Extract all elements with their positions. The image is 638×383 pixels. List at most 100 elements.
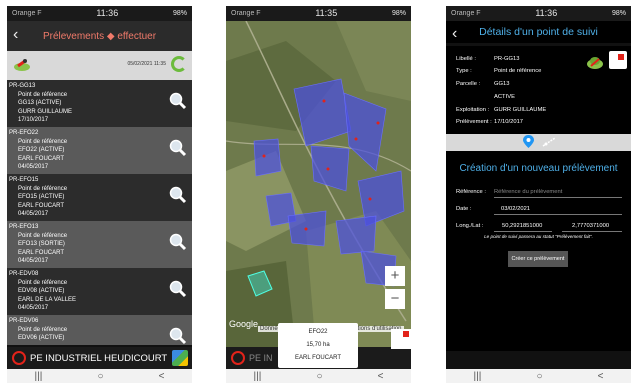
point-owner: EARL FOUCART [18,249,65,256]
app-header: ‹ Prélevements ◆ effectuer [7,21,192,51]
detail-value: GG13 [494,81,510,87]
farm-footer: PE INDUSTRIEL HEUDICOURT [7,347,192,369]
detail-row: Libellé : PR-GG13 [456,56,519,62]
magnifier-icon[interactable] [169,280,187,298]
detail-label: Parcelle : [456,81,481,87]
flag-icon[interactable] [391,329,411,349]
create-sample-form: Création d'un nouveau prélèvement Référe… [446,151,631,351]
clock: 11:36 [96,8,119,18]
android-nav-bar: ||| ○ < [446,369,631,383]
point-date: 04/05/2017 [18,211,49,217]
point-type: Point de référence [18,326,68,333]
parcel-owner: EARL FOUCART [294,355,341,361]
point-type: Point de référence [18,185,68,192]
list-item[interactable]: PR-GG13 Point de référence GG13 (ACTIVE)… [7,80,192,127]
magnifier-icon[interactable] [169,186,187,204]
back-icon[interactable]: < [598,371,604,382]
gps-signal-icon[interactable] [542,137,556,147]
point-date: 17/10/2017 [18,117,49,123]
zoom-out-button[interactable]: − [385,289,405,309]
back-icon[interactable]: < [159,371,165,382]
list-item[interactable]: PR-EDV08 Point de référence EDV08 (ACTIV… [7,268,192,315]
google-maps-icon[interactable] [172,350,188,366]
farm-name[interactable]: PE INDUSTRIEL HEUDICOURT [30,353,172,364]
reference-input[interactable]: Référence du prélèvement [494,189,622,198]
point-parcel: EFO22 (ACTIVE) [18,147,65,153]
latitude-input[interactable]: 2,7770371000 [562,223,622,232]
point-code: PR-EFO22 [9,130,39,136]
point-details: Libellé : PR-GG13 Type : Point de référenc… [446,46,631,134]
date-input[interactable]: 03/02/2021 [494,206,622,215]
farm-name[interactable]: PE IN [249,353,273,363]
magnifier-icon[interactable] [169,327,187,345]
point-code: PR-GG13 [9,83,36,89]
refresh-icon[interactable] [171,56,187,72]
recents-icon[interactable]: ||| [474,371,482,382]
magnifier-icon[interactable] [169,139,187,157]
magnifier-icon[interactable] [169,92,187,110]
detail-label: Exploitation : [456,107,490,113]
point-parcel: EFO13 (SORTIE) [18,241,65,247]
list-item[interactable]: PR-EFO15 Point de référence EFO15 (ACTIV… [7,174,192,221]
point-date: 04/05/2017 [18,258,49,264]
power-icon[interactable] [12,351,26,365]
point-type: Point de référence [18,91,68,98]
point-code: PR-EFO13 [9,224,39,230]
clock: 11:36 [535,8,558,18]
satellite-map[interactable]: + − Google Données cartographiques Condi… [226,21,411,351]
form-title: Création d'un nouveau prélèvement [459,163,618,174]
status-bar: Orange F 11:36 98% [7,6,192,21]
list-item[interactable]: PR-EFO22 Point de référence EFO22 (ACTIV… [7,127,192,174]
carrier-label: Orange F [231,10,261,17]
recents-icon[interactable]: ||| [254,371,262,382]
detail-value: Point de référence [494,68,542,74]
zoom-in-button[interactable]: + [385,266,405,286]
back-arrow-icon[interactable]: ‹ [13,26,18,44]
map-locate-icon[interactable] [13,56,31,74]
longlat-label: Long./Lat : [456,223,484,229]
magnifier-icon[interactable] [169,233,187,251]
sampling-point-list: PR-GG13 Point de référence GG13 (ACTIVE)… [7,80,192,345]
back-arrow-icon[interactable]: ‹ [452,23,457,45]
detail-label: Prélèvement : [456,119,492,125]
detail-row: Parcelle : GG13 [456,81,509,87]
home-icon[interactable]: ○ [316,371,322,382]
point-owner: EARL DE LA VALLEE [18,296,77,303]
battery-level: 98% [611,10,626,17]
point-type: Point de référence [18,138,68,145]
phone-screen-map: Orange F 11:35 98% + − Google Données Co… [226,6,411,383]
power-icon[interactable] [231,351,245,365]
back-icon[interactable]: < [378,371,384,382]
page-title: Détails d'un point de suivi [479,26,598,38]
page-title: Prélevements ◆ effectuer [42,30,157,42]
clock: 11:35 [315,8,338,18]
android-nav-bar: ||| ○ < [226,369,411,383]
longitude-input[interactable]: 50,2921851000 [494,223,552,232]
list-item[interactable]: PR-EFO13 Point de référence EFO13 (SORTI… [7,221,192,268]
recents-icon[interactable]: ||| [35,371,43,382]
status-note: Le point de suivi passera au statut "Pré… [484,234,593,239]
point-date: 04/05/2017 [18,305,49,311]
parcel-info-popup[interactable]: EFO22 15,70 ha EARL FOUCART [278,323,358,368]
carrier-label: Orange F [451,10,481,17]
app-header: ‹ Détails d'un point de suivi [446,21,631,43]
detail-row: Type : Point de référence [456,68,541,74]
point-parcel: EDV08 (ACTIVE) [18,288,65,294]
detail-value: 17/10/2017 [494,119,524,125]
detail-label: Type : [456,68,472,74]
map-canvas [226,21,411,351]
point-code: PR-EDV08 [9,271,39,277]
detail-value: PR-GG13 [494,56,520,62]
point-date: 04/05/2017 [18,164,49,170]
carrier-label: Orange F [12,10,42,17]
home-icon[interactable]: ○ [97,371,103,382]
list-item[interactable]: PR-EDV06 Point de référence EDV06 (ACTIV… [7,315,192,345]
flag-icon[interactable] [609,51,627,69]
location-pin-icon[interactable] [523,135,534,148]
home-icon[interactable]: ○ [536,371,542,382]
detail-row: Exploitation : GURR GUILLAUME [456,107,546,113]
create-sample-button[interactable]: Créer ce prélèvement [508,251,568,267]
date-label: Date : [456,206,472,212]
battery-level: 98% [172,10,187,17]
last-sync-date: 05/02/2021 11:35 [127,61,166,67]
